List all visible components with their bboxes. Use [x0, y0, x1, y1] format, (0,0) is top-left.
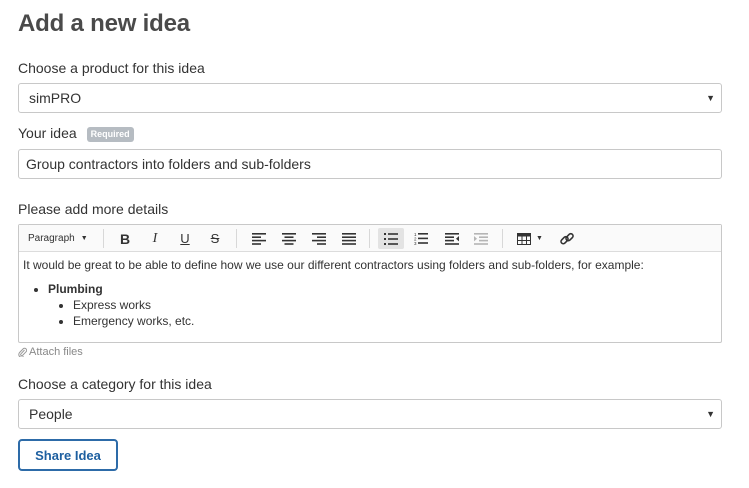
category-select[interactable]: People ▼ — [18, 399, 722, 429]
align-center-icon[interactable] — [279, 228, 299, 249]
chevron-down-icon: ▼ — [706, 93, 715, 103]
editor-content[interactable]: It would be great to be able to define h… — [19, 252, 721, 329]
align-justify-icon[interactable] — [339, 228, 359, 249]
toolbar-divider — [502, 229, 503, 248]
required-badge: Required — [86, 127, 134, 142]
product-select-value: simPRO — [29, 90, 82, 106]
product-select[interactable]: simPRO ▼ — [18, 83, 722, 113]
nested-bullet-list: Express works Emergency works, etc. — [73, 297, 721, 329]
svg-text:3: 3 — [414, 241, 417, 245]
category-label: Choose a category for this idea — [18, 376, 212, 392]
details-editor[interactable]: Paragraph ▼ B I U S 123 ▼ It would be gr… — [18, 224, 722, 343]
share-idea-button[interactable]: Share Idea — [18, 439, 118, 471]
editor-toolbar: Paragraph ▼ B I U S 123 ▼ — [19, 225, 721, 252]
paperclip-icon — [18, 347, 27, 357]
idea-label-row: Your idea Required — [18, 125, 134, 142]
toolbar-divider — [369, 229, 370, 248]
attach-files-link[interactable]: Attach files — [18, 346, 83, 358]
list-item: Plumbing Express works Emergency works, … — [48, 281, 721, 329]
table-icon[interactable]: ▼ — [514, 228, 546, 249]
bullet-list: Plumbing Express works Emergency works, … — [48, 281, 721, 329]
details-intro-text: It would be great to be able to define h… — [23, 258, 644, 272]
bullet-list-icon[interactable] — [378, 228, 404, 249]
chevron-down-icon: ▼ — [536, 235, 543, 242]
paragraph-format-dropdown[interactable]: Paragraph ▼ — [25, 228, 93, 249]
align-left-icon[interactable] — [249, 228, 269, 249]
paragraph-format-label: Paragraph — [28, 233, 75, 244]
category-select-value: People — [29, 406, 73, 422]
link-icon[interactable] — [557, 228, 577, 249]
product-label: Choose a product for this idea — [18, 60, 205, 76]
chevron-down-icon: ▼ — [706, 409, 715, 419]
underline-icon[interactable]: U — [175, 228, 195, 249]
chevron-down-icon: ▼ — [80, 235, 88, 242]
list-item-label: Plumbing — [48, 282, 103, 296]
align-right-icon[interactable] — [309, 228, 329, 249]
toolbar-divider — [236, 229, 237, 248]
details-label: Please add more details — [18, 201, 169, 217]
list-item: Emergency works, etc. — [73, 313, 721, 329]
numbered-list-icon[interactable]: 123 — [411, 228, 431, 249]
strikethrough-icon[interactable]: S — [205, 228, 225, 249]
list-item: Express works — [73, 297, 721, 313]
attach-files-label: Attach files — [29, 346, 83, 358]
indent-icon[interactable] — [471, 228, 491, 249]
toolbar-divider — [103, 229, 104, 248]
bold-icon[interactable]: B — [115, 228, 135, 249]
page-title: Add a new idea — [18, 10, 190, 37]
idea-label: Your idea — [18, 125, 77, 141]
idea-input[interactable]: Group contractors into folders and sub-f… — [18, 149, 722, 179]
outdent-icon[interactable] — [442, 228, 462, 249]
italic-icon[interactable]: I — [145, 228, 165, 249]
